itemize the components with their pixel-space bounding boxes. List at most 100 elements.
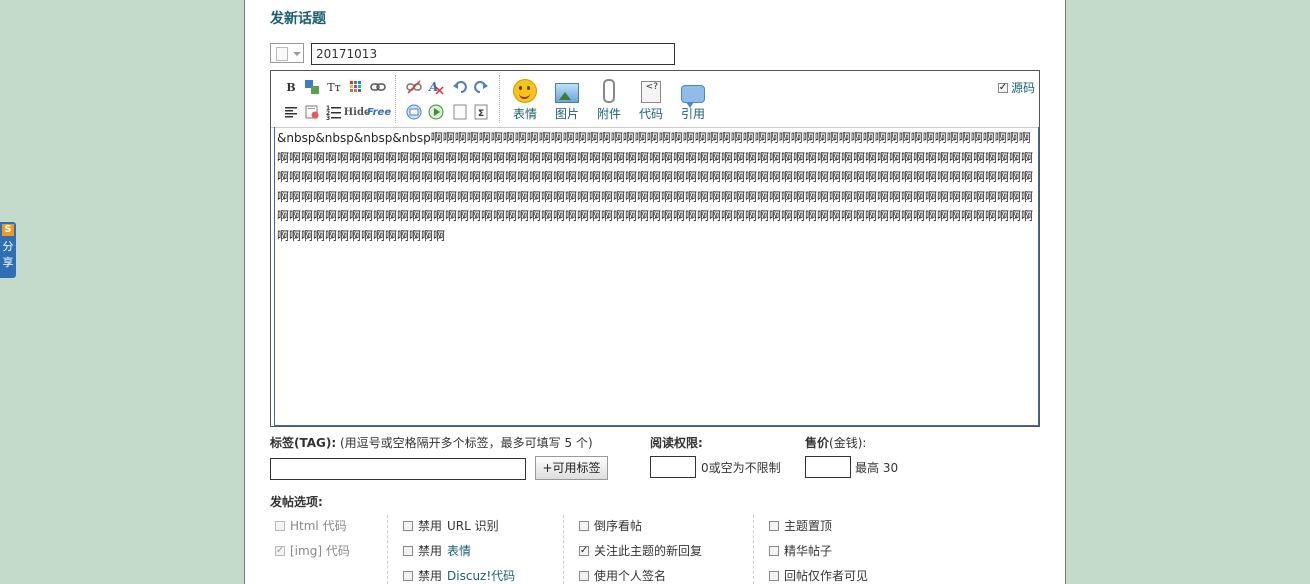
checkbox[interactable]: ✓ (275, 545, 285, 556)
float-icon (305, 105, 319, 119)
document-icon (276, 47, 288, 61)
redo-icon (474, 81, 488, 93)
read-perm-hint: 0或空为不限制 (701, 461, 781, 475)
align-button[interactable] (283, 104, 299, 120)
option-html-code[interactable]: Html 代码 (275, 517, 347, 534)
tags-label-row: 标签(TAG): (用逗号或空格隔开多个标签，最多可填写 5 个) (270, 434, 593, 451)
price-hint: 最高 30 (855, 461, 899, 475)
image-icon (555, 83, 579, 103)
code-icon: <? (641, 81, 661, 103)
clear-format-icon: A (428, 80, 444, 95)
undo-button[interactable] (452, 79, 468, 95)
read-perm-input[interactable] (650, 456, 696, 478)
checkbox[interactable] (403, 570, 413, 581)
read-perm-label: 阅读权限: (650, 436, 703, 450)
checkbox[interactable] (769, 570, 779, 581)
option-use-signature[interactable]: 使用个人签名 (579, 567, 666, 584)
smiley-icon (513, 79, 537, 103)
option-author-only[interactable]: 回帖仅作者可见 (769, 567, 868, 584)
price-label-row: 售价(金钱): (805, 434, 866, 451)
option-disable-smilies[interactable]: 禁用 表情 (403, 542, 471, 559)
image-label: 图片 (554, 107, 579, 121)
editor: B Tт A 1 2 3 Hide Free Σ 表情 图片 附件 <? 代码 … (270, 70, 1040, 427)
option-sticky[interactable]: 主题置顶 (769, 517, 832, 534)
source-mode-toggle[interactable]: ✓ 源码 (997, 79, 1035, 96)
index-button[interactable]: Σ (473, 104, 489, 120)
font-size-button[interactable]: Tт (326, 79, 342, 95)
table-button[interactable] (348, 79, 364, 95)
checkbox[interactable] (579, 520, 589, 531)
attachment-button[interactable]: 附件 (591, 77, 627, 122)
share-label-2: 享 (2, 256, 14, 269)
message-textarea[interactable]: &nbsp&nbsp&nbsp&nbsp啊啊啊啊啊啊啊啊啊啊啊啊啊啊啊啊啊啊啊啊… (274, 127, 1039, 426)
option-follow-replies[interactable]: ✓ 关注此主题的新回复 (579, 542, 702, 559)
checkbox[interactable] (769, 520, 779, 531)
option-digest[interactable]: 精华帖子 (769, 542, 832, 559)
tags-hint: (用逗号或空格隔开多个标签，最多可填写 5 个) (340, 436, 593, 450)
font-color-icon (305, 80, 319, 94)
checkbox[interactable]: ✓ (579, 545, 589, 556)
discuz-code-link[interactable]: Discuz!代码 (447, 567, 515, 584)
option-reverse-order[interactable]: 倒序看帖 (579, 517, 642, 534)
index-icon: Σ (474, 104, 488, 120)
option-disable-discuz-code[interactable]: 禁用 Discuz!代码 (403, 567, 515, 584)
list-button[interactable]: 123 (326, 104, 342, 120)
link-icon (370, 83, 386, 91)
price-unit: (金钱): (829, 436, 867, 450)
image-insert-icon (406, 104, 422, 120)
font-color-button[interactable] (304, 79, 320, 95)
insert-media-button[interactable] (428, 104, 444, 120)
post-type-select[interactable] (270, 43, 304, 63)
svg-text:3: 3 (326, 115, 330, 120)
code-label: 代码 (638, 107, 663, 121)
float-button[interactable] (304, 104, 320, 120)
emoticon-label: 表情 (512, 107, 537, 121)
checkbox[interactable] (579, 570, 589, 581)
page-button[interactable] (452, 104, 468, 120)
unlink-button[interactable] (406, 79, 422, 95)
image-button[interactable]: 图片 (549, 77, 585, 122)
quote-button[interactable]: 引用 (675, 77, 711, 122)
subject-input[interactable] (311, 43, 675, 65)
link-button[interactable] (370, 79, 386, 95)
quote-icon (681, 85, 705, 108)
redo-button[interactable] (473, 79, 489, 95)
tags-label: 标签(TAG): (270, 436, 337, 450)
media-icon (428, 104, 444, 120)
option-img-code[interactable]: ✓ [img] 代码 (275, 542, 350, 559)
checkbox[interactable] (403, 545, 413, 556)
checkbox[interactable] (769, 545, 779, 556)
chevron-down-icon (293, 52, 301, 56)
unlink-icon (406, 80, 422, 94)
share-sidebar-button[interactable]: S 分 享 (0, 222, 16, 278)
checkbox[interactable] (275, 520, 285, 531)
ordered-list-icon: 123 (326, 105, 341, 120)
tags-input[interactable] (270, 458, 526, 480)
page-icon (453, 104, 467, 120)
paperclip-icon (603, 79, 615, 103)
code-button[interactable]: <? 代码 (633, 77, 669, 122)
share-logo-icon: S (2, 224, 14, 236)
free-button[interactable]: Free (367, 104, 391, 120)
smilies-link[interactable]: 表情 (447, 542, 471, 559)
attachment-label: 附件 (596, 107, 621, 121)
align-left-icon (285, 107, 297, 118)
emoticon-button[interactable]: 表情 (507, 77, 543, 122)
hide-button[interactable]: Hide (344, 104, 371, 120)
insert-image-button[interactable] (406, 104, 422, 120)
price-input[interactable] (805, 456, 851, 478)
clear-format-button[interactable]: A (428, 79, 444, 95)
svg-text:Σ: Σ (478, 109, 484, 119)
undo-icon (453, 81, 467, 93)
post-panel: 发新话题 B Tт A (244, 0, 1066, 584)
source-label: 源码 (1010, 81, 1035, 95)
bold-button[interactable]: B (283, 79, 299, 95)
price-label: 售价 (805, 436, 830, 450)
available-tags-button[interactable]: +可用标签 (535, 456, 608, 480)
checkbox[interactable] (403, 520, 413, 531)
page-title: 发新话题 (270, 11, 326, 27)
source-checkbox[interactable]: ✓ (997, 82, 1008, 93)
editor-toolbar: B Tт A 1 2 3 Hide Free Σ 表情 图片 附件 <? 代码 … (271, 71, 1039, 128)
share-label-1: 分 (2, 240, 14, 253)
option-disable-url[interactable]: 禁用 URL 识别 (403, 517, 499, 534)
